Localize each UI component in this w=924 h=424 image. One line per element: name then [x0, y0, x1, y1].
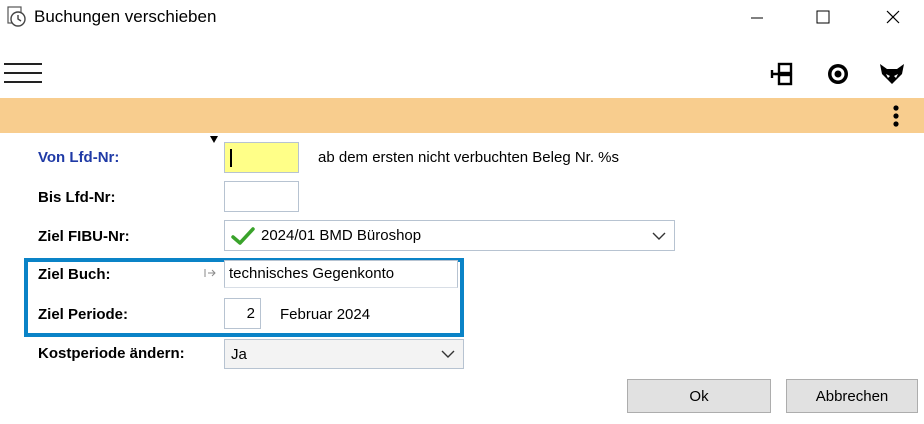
close-icon [886, 10, 900, 24]
kostperiode-select[interactable]: Ja [224, 339, 464, 369]
ok-button[interactable]: Ok [627, 379, 771, 413]
lookup-pin-icon[interactable] [203, 266, 217, 285]
ziel-periode-label: Ziel Periode: [38, 306, 129, 323]
app-clock-icon [6, 6, 28, 28]
close-button[interactable] [870, 0, 916, 34]
ziel-periode-month: Februar 2024 [280, 306, 371, 323]
maximize-icon [816, 10, 830, 24]
kostperiode-value: Ja [231, 345, 247, 363]
ziel-fibu-select[interactable]: 2024/01 BMD Büroshop [224, 220, 675, 251]
minimize-icon [751, 17, 763, 19]
window-layout-icon[interactable] [768, 60, 796, 88]
cancel-button[interactable]: Abbrechen [786, 379, 918, 413]
chevron-down-icon [652, 232, 666, 240]
checkmark-icon [231, 226, 255, 246]
von-lfd-label: Von Lfd-Nr: [38, 149, 120, 166]
ziel-buch-input[interactable]: technisches Gegenkonto [224, 260, 458, 288]
ziel-fibu-value: 2024/01 BMD Büroshop [261, 227, 422, 244]
fox-logo-icon[interactable] [878, 60, 906, 88]
menu-hamburger-icon[interactable] [4, 62, 42, 84]
ziel-fibu-label: Ziel FIBU-Nr: [38, 228, 130, 245]
column-marker-icon [210, 131, 218, 149]
von-lfd-hint: ab dem ersten nicht verbuchten Beleg Nr.… [318, 149, 619, 166]
ziel-buch-label: Ziel Buch: [38, 266, 111, 283]
help-icon[interactable] [824, 60, 852, 88]
window-title: Buchungen verschieben [34, 7, 217, 26]
ziel-periode-input[interactable]: 2 [224, 298, 261, 329]
kostperiode-label: Kostperiode ändern: [38, 345, 185, 362]
minimize-button[interactable] [734, 0, 780, 34]
ziel-buch-value: technisches Gegenkonto [229, 265, 395, 282]
chevron-down-icon [441, 350, 455, 358]
action-bar [0, 98, 924, 133]
bis-lfd-input[interactable] [224, 181, 299, 212]
maximize-button[interactable] [800, 0, 846, 34]
bis-lfd-label: Bis Lfd-Nr: [38, 189, 116, 206]
von-lfd-input[interactable] [224, 142, 299, 173]
ziel-periode-value: 2 [246, 305, 255, 322]
more-options-icon[interactable] [884, 102, 908, 130]
text-cursor [230, 149, 232, 167]
